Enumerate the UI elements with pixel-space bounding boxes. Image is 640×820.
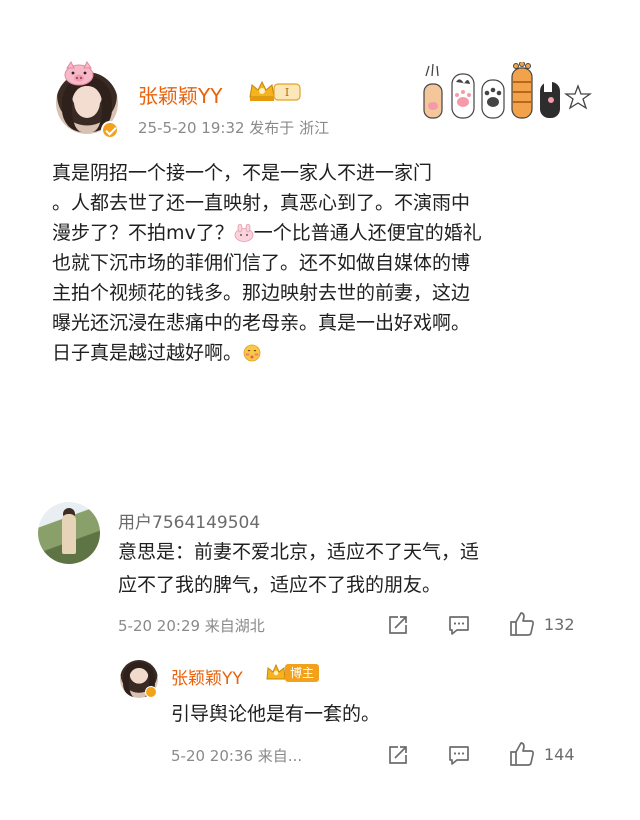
- share-icon: [389, 746, 407, 764]
- comment-like-button[interactable]: 132: [508, 610, 575, 638]
- comment-share-button[interactable]: [386, 613, 410, 637]
- paw-sticker-4: [511, 62, 533, 119]
- crown-badge-icon: I: [249, 80, 301, 101]
- post-username[interactable]: 张颖颖YY: [138, 80, 222, 109]
- comment-text: 意思是：前妻不爱北京，适应不了天气，适 应不了我的脾气，适应不了我的朋友。: [118, 536, 598, 602]
- avatar-face: [74, 86, 100, 118]
- crown-badge-icon: [266, 663, 286, 680]
- star-icon: [563, 84, 592, 110]
- level-badge-text: I: [285, 86, 289, 99]
- post-line-part: 漫步了？不拍mv了？: [52, 222, 234, 244]
- reply-share-button[interactable]: [386, 743, 410, 767]
- share-icon: [389, 616, 407, 634]
- post-line: 。人都去世了还一直映射，真恶心到了。不演雨中: [52, 192, 471, 214]
- post-line: 也就下沉市场的菲佣们信了。还不如做自媒体的博: [52, 252, 471, 274]
- comment-icon: [449, 616, 469, 635]
- comment-reply-button[interactable]: [447, 613, 471, 637]
- reply-text: 引导舆论他是有一套的。: [171, 703, 381, 725]
- post-body: 真是阴招一个接一个，不是一家人不进一家门 。人都去世了还一直映射，真恶心到了。不…: [52, 158, 592, 368]
- reply-comment-button[interactable]: [447, 743, 471, 767]
- comment-meta: 5-20 20:29 来自湖北: [118, 617, 265, 635]
- comment-line: 应不了我的脾气，适应不了我的朋友。: [118, 574, 442, 596]
- post-line: 真是阴招一个接一个，不是一家人不进一家门: [52, 162, 433, 184]
- post-line-with-emoji: 日子真是越过越好啊。: [52, 338, 592, 368]
- verified-icon: [145, 686, 157, 698]
- like-icon: [510, 742, 534, 766]
- blogger-tag: 博主: [285, 664, 320, 682]
- post-line: 主拍个视频花的钱多。那边映射去世的前妻，这边: [52, 282, 471, 304]
- cat-paw-stickers: [423, 62, 592, 119]
- comment-username[interactable]: 用户7564149504: [118, 508, 260, 533]
- reply-like-button[interactable]: 144: [508, 740, 575, 768]
- post-line-part: 一个比普通人还便宜的婚礼: [253, 222, 482, 244]
- paw-sticker-2: [451, 73, 475, 119]
- paw-sticker-5: [540, 82, 560, 118]
- paw-sticker-1: [423, 63, 443, 119]
- reply-username[interactable]: 张颖颖YY: [171, 664, 243, 689]
- post-line-part: 日子真是越过越好啊。: [52, 342, 243, 364]
- post-line: 曝光还沉浸在悲痛中的老母亲。真是一出好戏啊。: [52, 312, 471, 334]
- reply-meta: 5-20 20:36 来自...: [171, 747, 303, 765]
- comment-icon: [449, 746, 469, 765]
- like-count: 144: [544, 744, 575, 764]
- pig-sticker-icon: [64, 61, 94, 86]
- avatar-figure: [62, 514, 76, 554]
- comment-line: 意思是：前妻不爱北京，适应不了天气，适: [118, 541, 480, 563]
- post-line-with-emoji: 漫步了？不拍mv了？ 一个比普通人还便宜的婚礼: [52, 218, 592, 248]
- blush-emoji: [243, 344, 261, 362]
- paw-sticker-3: [481, 79, 505, 119]
- blogger-badge: 博主: [265, 662, 320, 684]
- like-icon: [510, 612, 534, 636]
- pink-rabbit-emoji: [234, 224, 254, 242]
- commenter-avatar[interactable]: [38, 502, 100, 564]
- like-count: 132: [544, 614, 575, 634]
- post-meta: 25-5-20 19:32 发布于 浙江: [138, 119, 330, 137]
- verified-icon: [101, 121, 119, 139]
